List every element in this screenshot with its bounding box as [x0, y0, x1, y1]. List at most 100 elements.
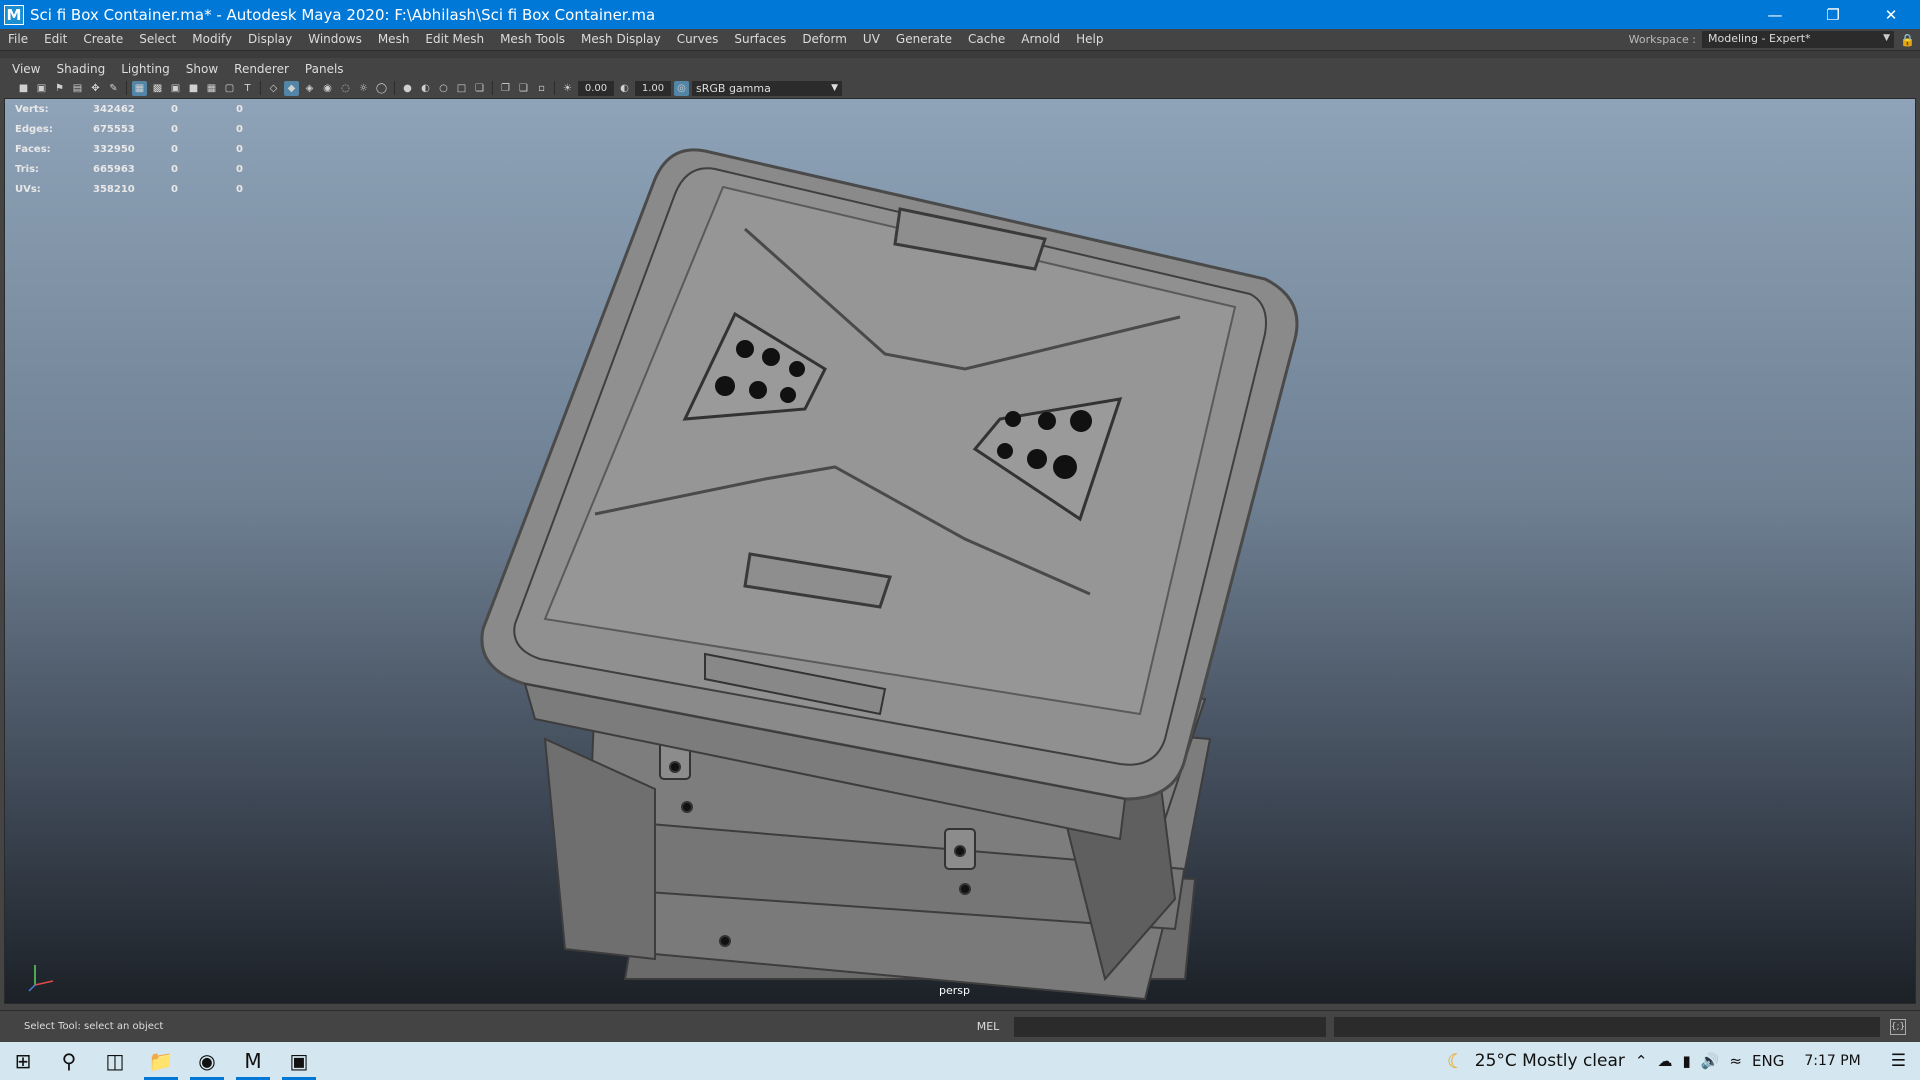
workspace-label: Workspace : — [1628, 33, 1696, 46]
menu-uv[interactable]: UV — [855, 29, 888, 50]
panel-menu-panels[interactable]: Panels — [297, 62, 352, 76]
photos-icon[interactable]: ▣ — [276, 1042, 322, 1080]
safe-action-icon[interactable]: ▢ — [222, 81, 237, 96]
clock[interactable]: 7:17 PM — [1804, 1053, 1860, 1069]
grease-pencil-icon[interactable]: ✎ — [106, 81, 121, 96]
menu-edit[interactable]: Edit — [36, 29, 75, 50]
resolution-gate-icon[interactable]: ▣ — [168, 81, 183, 96]
pan-zoom-icon[interactable]: ✥ — [88, 81, 103, 96]
menu-curves[interactable]: Curves — [669, 29, 727, 50]
file-explorer-icon[interactable]: 📁 — [138, 1042, 184, 1080]
maya-app-icon[interactable]: M — [4, 4, 24, 25]
close-icon[interactable]: ✕ — [1862, 0, 1920, 29]
battery-icon[interactable]: ▮ — [1682, 1052, 1690, 1070]
hud-value: 342462 — [93, 103, 135, 115]
windows-start-icon[interactable]: ⊞ — [0, 1042, 46, 1080]
textured-icon[interactable]: ◉ — [320, 81, 335, 96]
panel-menu-view[interactable]: View — [4, 62, 48, 76]
color-space-dropdown[interactable]: sRGB gamma ▼ — [692, 80, 842, 96]
chevron-up-icon[interactable]: ⌃ — [1635, 1052, 1648, 1070]
notification-icon[interactable]: ☰ — [1891, 1051, 1906, 1071]
panel-menu-lighting[interactable]: Lighting — [113, 62, 178, 76]
task-view-icon[interactable]: ◫ — [92, 1042, 138, 1080]
anti-aliasing-icon[interactable]: ○ — [436, 81, 451, 96]
toolbar-separator — [554, 81, 555, 95]
menu-help[interactable]: Help — [1068, 29, 1111, 50]
menu-display[interactable]: Display — [240, 29, 300, 50]
menu-deform[interactable]: Deform — [794, 29, 855, 50]
camera-attributes-icon[interactable]: ▣ — [34, 81, 49, 96]
use-all-lights-icon[interactable]: ◌ — [338, 81, 353, 96]
onedrive-icon[interactable]: ☁ — [1657, 1052, 1672, 1070]
restore-icon[interactable]: ❐ — [1804, 0, 1862, 29]
panel-menu-shading[interactable]: Shading — [48, 62, 113, 76]
camera-icon[interactable]: ■ — [16, 81, 31, 96]
panel-menu-show[interactable]: Show — [178, 62, 226, 76]
workspace-dropdown[interactable]: Modeling - Expert* ▼ — [1702, 31, 1894, 48]
motion-blur-icon[interactable]: ◐ — [418, 81, 433, 96]
volume-icon[interactable]: 🔊 — [1701, 1052, 1720, 1070]
gamma-icon[interactable]: ◐ — [617, 81, 632, 96]
menu-modify[interactable]: Modify — [184, 29, 240, 50]
hud-row-verts: Verts: 342462 0 0 — [15, 99, 276, 119]
wireframe-on-shaded-icon[interactable]: ◈ — [302, 81, 317, 96]
panel-menu-renderer[interactable]: Renderer — [226, 62, 297, 76]
smooth-shade-icon[interactable]: ◆ — [284, 80, 299, 96]
color-management-icon[interactable]: ◎ — [674, 80, 689, 96]
menu-arnold[interactable]: Arnold — [1013, 29, 1068, 50]
minimize-icon[interactable]: — — [1746, 0, 1804, 29]
perspective-viewport[interactable]: Verts: 342462 0 0 Edges: 675553 0 0 Face… — [4, 98, 1916, 1004]
bookmark-icon[interactable]: ⚑ — [52, 81, 67, 96]
system-tray: ☾ 25°C Mostly clear ⌃ ☁ ▮ 🔊 ≈ ENG 7:17 P… — [1447, 1042, 1920, 1080]
lock-icon[interactable]: 🔒 — [1900, 33, 1915, 47]
wireframe-icon[interactable]: ◇ — [266, 81, 281, 96]
safe-title-icon[interactable]: T — [240, 81, 255, 96]
chrome-icon[interactable]: ◉ — [184, 1042, 230, 1080]
language-indicator[interactable]: ENG — [1752, 1052, 1784, 1070]
field-chart-icon[interactable]: ▦ — [204, 81, 219, 96]
depth-of-field-icon[interactable]: □ — [454, 81, 469, 96]
menu-create[interactable]: Create — [75, 29, 131, 50]
menu-cache[interactable]: Cache — [960, 29, 1013, 50]
menu-generate[interactable]: Generate — [888, 29, 960, 50]
grid-icon[interactable]: ▦ — [132, 80, 147, 96]
panel-menu-bar: View Shading Lighting Show Renderer Pane… — [4, 59, 1916, 78]
command-line-input[interactable] — [1014, 1016, 1326, 1037]
hud-component: 0 — [236, 143, 243, 155]
ambient-occlusion-icon[interactable]: ● — [400, 81, 415, 96]
hud-value: 358210 — [93, 183, 135, 195]
maya-taskbar-icon[interactable]: M — [230, 1042, 276, 1080]
menu-mesh-display[interactable]: Mesh Display — [573, 29, 669, 50]
script-editor-icon[interactable]: {;} — [1890, 1018, 1906, 1035]
menu-windows[interactable]: Windows — [300, 29, 370, 50]
sci-fi-box-container-model[interactable] — [5, 99, 1916, 1004]
isolate-select-icon[interactable]: ◯ — [374, 81, 389, 96]
menu-surfaces[interactable]: Surfaces — [726, 29, 794, 50]
hud-row-uvs: UVs: 358210 0 0 — [15, 179, 276, 199]
panel-toolbar: ■ ▣ ⚑ ▤ ✥ ✎ ▦ ▩ ▣ ■ ▦ ▢ T ◇ ◆ ◈ ◉ ◌ ☼ ◯ … — [4, 78, 1916, 98]
mel-toggle-button[interactable]: MEL — [962, 1020, 1014, 1033]
gate-mask-icon[interactable]: ■ — [186, 81, 201, 96]
menu-edit-mesh[interactable]: Edit Mesh — [417, 29, 492, 50]
gamma-field[interactable]: 1.00 — [635, 80, 671, 96]
weather-text[interactable]: 25°C Mostly clear — [1475, 1051, 1625, 1071]
moon-weather-icon[interactable]: ☾ — [1447, 1049, 1465, 1073]
xray-joints-icon[interactable]: ❑ — [516, 81, 531, 96]
film-gate-icon[interactable]: ▩ — [150, 81, 165, 96]
hud-label: Tris: — [15, 163, 40, 175]
menu-file[interactable]: File — [0, 29, 36, 50]
axis-gizmo-icon — [28, 965, 54, 992]
menu-mesh-tools[interactable]: Mesh Tools — [492, 29, 573, 50]
image-plane-icon[interactable]: ▤ — [70, 81, 85, 96]
shadows-icon[interactable]: ☼ — [356, 81, 371, 96]
exposure-field[interactable]: 0.00 — [578, 80, 614, 96]
search-icon[interactable]: ⚲ — [46, 1042, 92, 1080]
menu-select[interactable]: Select — [131, 29, 184, 50]
wifi-icon[interactable]: ≈ — [1729, 1052, 1742, 1070]
camera-name-label: persp — [939, 984, 970, 997]
backface-culling-icon[interactable]: ▫ — [534, 81, 549, 96]
exposure-icon[interactable]: ☀ — [560, 81, 575, 96]
xray-active-icon[interactable]: ❐ — [498, 81, 513, 96]
menu-mesh[interactable]: Mesh — [370, 29, 418, 50]
xray-icon[interactable]: ❏ — [472, 81, 487, 96]
